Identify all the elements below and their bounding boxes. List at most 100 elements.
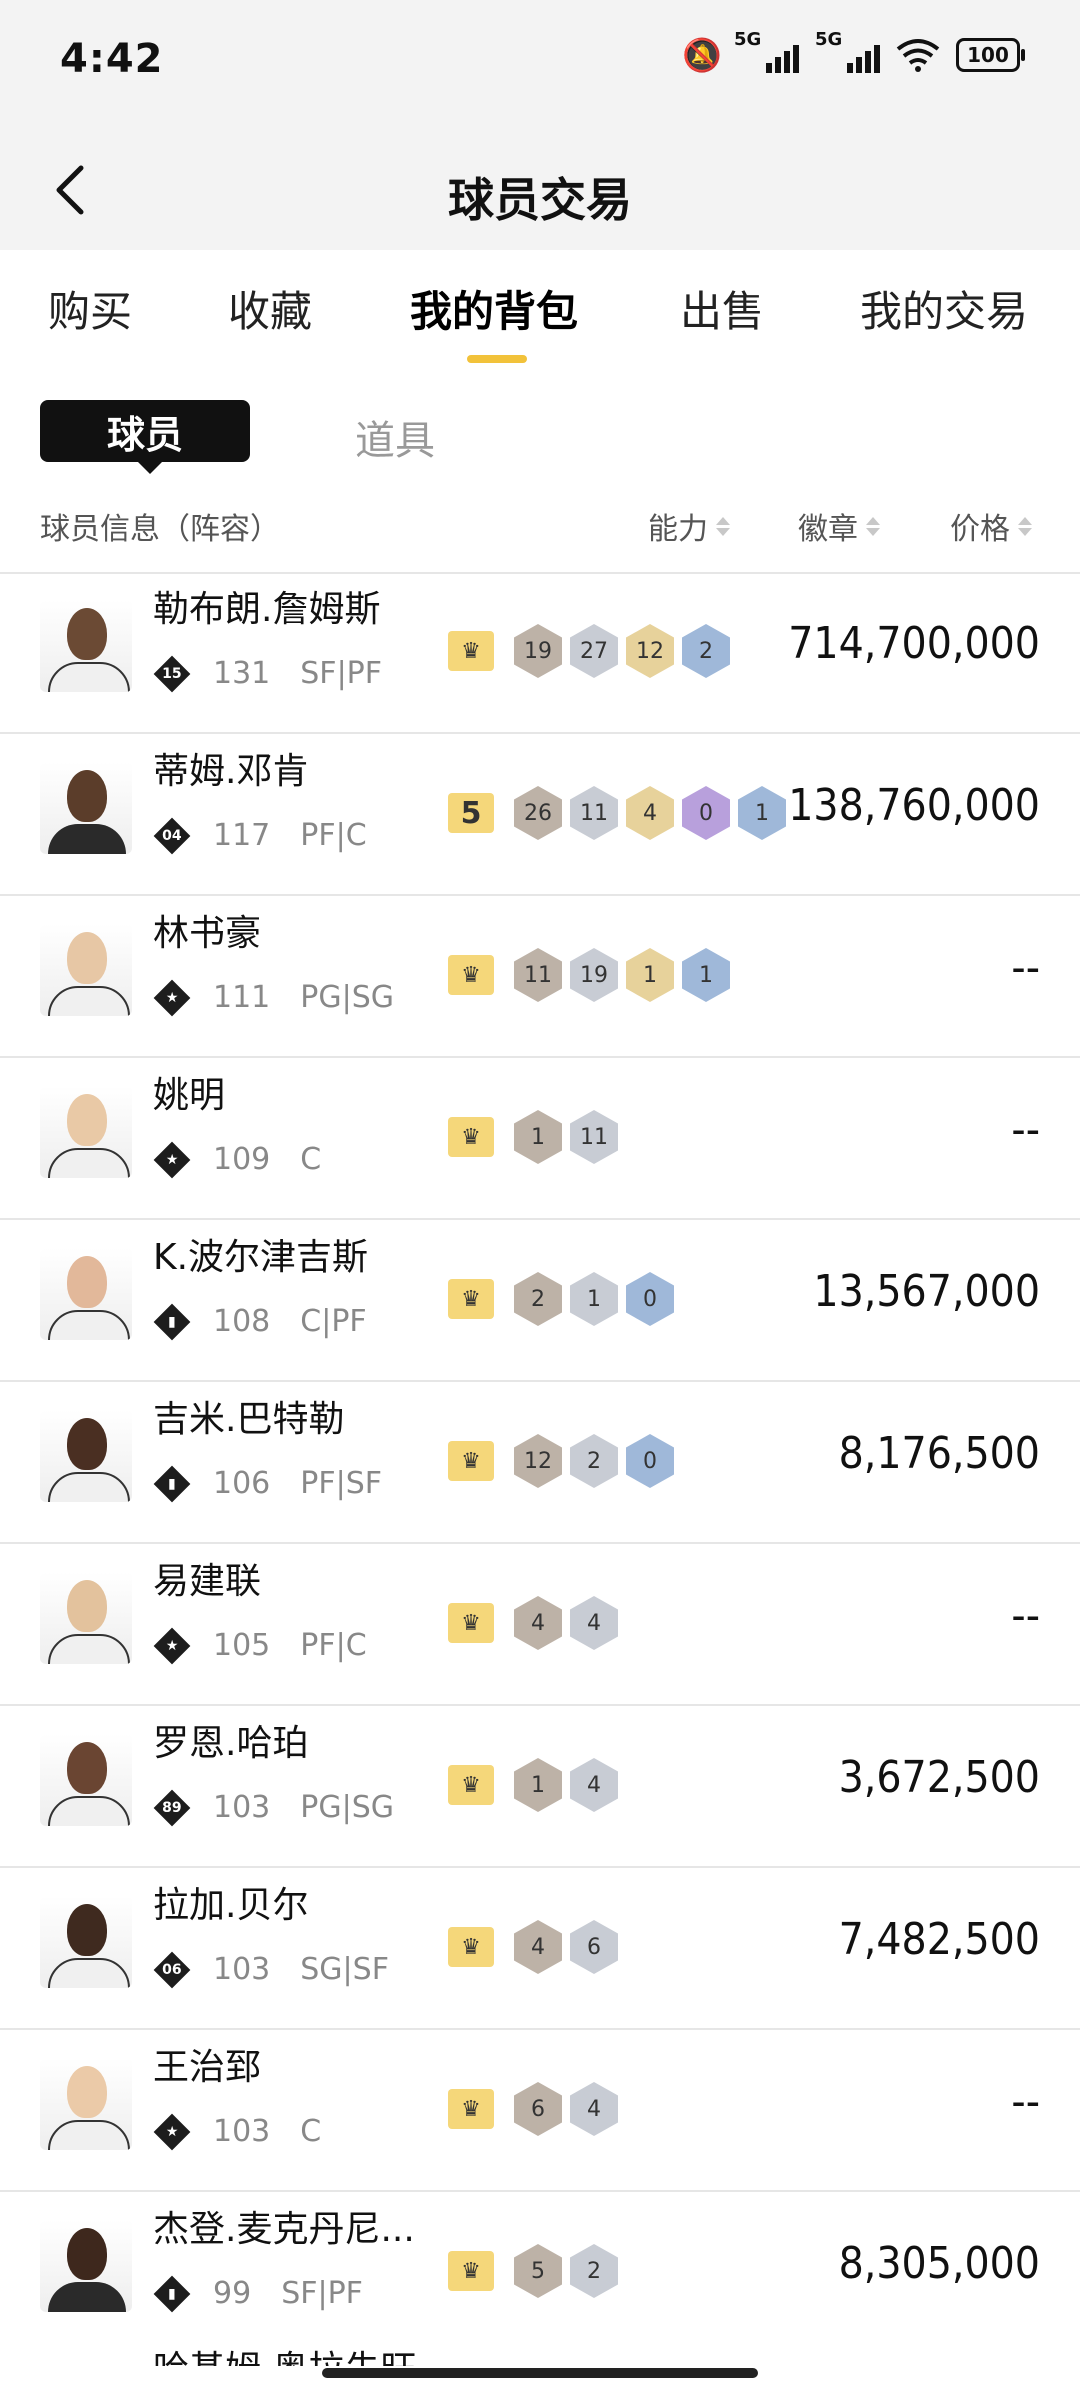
player-position: C [300, 1142, 322, 1177]
player-row[interactable]: 杰登.麦克丹尼... ▮ 99 SF|PF ♛ 5 2 8,305,000 [0, 2192, 1080, 2352]
player-name: 勒布朗.詹姆斯 [153, 589, 381, 630]
player-name: K.波尔津吉斯 [153, 1237, 369, 1278]
player-row[interactable]: 罗恩.哈珀 89 103 PG|SG ♛ 1 4 3,672,500 [0, 1706, 1080, 1868]
badge-hex-silver: 19 [570, 948, 618, 1002]
tab-my-trades[interactable]: 我的交易 [860, 278, 1028, 339]
rank-label: 89 [162, 1799, 182, 1816]
rank-diamond-icon: ▮ [153, 2275, 191, 2312]
rank-diamond-icon: 15 [153, 655, 191, 692]
player-price: -- [1011, 1590, 1040, 1641]
player-price: 8,305,000 [838, 2238, 1040, 2289]
avatar-jersey [48, 1634, 130, 1664]
status-bar: 4:42 🔕 5G 5G 100 [0, 0, 1080, 130]
subtab-players[interactable]: 球员 [40, 400, 250, 474]
player-name: 吉米.巴特勒 [153, 1399, 345, 1440]
tab-sell[interactable]: 出售 [680, 278, 764, 339]
battery-icon: 100 [956, 38, 1025, 72]
subtab-items[interactable]: 道具 [355, 408, 435, 466]
player-price: -- [1011, 2076, 1040, 2127]
player-price: 7,482,500 [838, 1914, 1040, 1965]
player-position: PF|C [300, 1628, 367, 1663]
player-avatar [40, 1896, 132, 1988]
player-row[interactable]: K.波尔津吉斯 ▮ 108 C|PF ♛ 2 1 0 13,567,000 [0, 1220, 1080, 1382]
player-position: PG|SG [300, 1790, 395, 1825]
tab-favorites[interactable]: 收藏 [228, 278, 312, 339]
player-avatar [40, 2220, 132, 2312]
avatar-jersey [48, 1310, 130, 1340]
player-name: 林书豪 [153, 913, 262, 954]
badge-hex-bronze: 1 [514, 1110, 562, 1164]
player-price: 3,672,500 [838, 1752, 1040, 1803]
player-rating: 103 [213, 2114, 271, 2149]
sort-badge-button[interactable]: 徽章 [798, 504, 880, 548]
player-price: 13,567,000 [813, 1266, 1040, 1317]
player-row[interactable]: 勒布朗.詹姆斯 15 131 SF|PF ♛ 19 27 12 2 714,700,000 [0, 572, 1080, 734]
avatar-head [67, 1904, 107, 1956]
player-name: 姚明 [153, 1075, 226, 1116]
avatar-jersey [48, 1958, 130, 1988]
tab-buy[interactable]: 购买 [48, 278, 132, 339]
player-price: 8,176,500 [838, 1428, 1040, 1479]
avatar-jersey [48, 1472, 130, 1502]
sort-icon [1018, 516, 1032, 536]
tab-my-backpack[interactable]: 我的背包 [410, 278, 578, 339]
player-row[interactable]: 吉米.巴特勒 ▮ 106 PF|SF ♛ 12 2 0 8,176,500 [0, 1382, 1080, 1544]
signal-icon-2: 5G [815, 29, 880, 73]
rank-label: 04 [162, 827, 182, 844]
page-title: 球员交易 [448, 173, 632, 227]
player-meta: ▮ 106 PF|SF [153, 1465, 382, 1502]
player-list[interactable]: 勒布朗.詹姆斯 15 131 SF|PF ♛ 19 27 12 2 714,700,000 蒂姆.邓… [0, 572, 1080, 2352]
player-avatar [40, 924, 132, 1016]
rank-diamond-icon: ★ [153, 979, 191, 1016]
badge-hex-bronze: 4 [514, 1920, 562, 1974]
rank-diamond-icon: ▮ [153, 1303, 191, 1340]
badge-hex-silver: 27 [570, 624, 618, 678]
crown-icon: ♛ [448, 1765, 494, 1805]
badge-hex-silver: 4 [570, 1596, 618, 1650]
player-row[interactable]: 王治郅 ★ 103 C ♛ 6 4 -- [0, 2030, 1080, 2192]
sort-icon [866, 516, 880, 536]
badge-hex-silver: 1 [570, 1272, 618, 1326]
badge-list: 5 26 11 4 0 1 [448, 786, 786, 840]
badge-hex-silver: 2 [570, 1434, 618, 1488]
main-tabs: 购买 收藏 我的背包 出售 我的交易 [0, 250, 1080, 370]
status-time: 4:42 [60, 36, 164, 82]
avatar-head [67, 1094, 107, 1146]
rank-label: ▮ [168, 1313, 176, 1330]
avatar-head [67, 2066, 107, 2118]
badge-hex-bronze: 12 [514, 1434, 562, 1488]
avatar-head [67, 1418, 107, 1470]
player-row[interactable]: 蒂姆.邓肯 04 117 PF|C 5 26 11 4 0 1 138,760,000 [0, 734, 1080, 896]
badge-hex-silver: 4 [570, 2082, 618, 2136]
player-row[interactable]: 易建联 ★ 105 PF|C ♛ 4 4 -- [0, 1544, 1080, 1706]
avatar-head [67, 1742, 107, 1794]
player-price: 714,700,000 [788, 618, 1040, 669]
avatar-jersey [48, 662, 130, 692]
sort-ability-button[interactable]: 能力 [648, 504, 730, 548]
player-row[interactable]: 拉加.贝尔 06 103 SG|SF ♛ 4 6 7,482,500 [0, 1868, 1080, 2030]
sort-price-button[interactable]: 价格 [950, 504, 1032, 548]
player-row[interactable]: 姚明 ★ 109 C ♛ 1 11 -- [0, 1058, 1080, 1220]
badge-hex-purple: 0 [682, 786, 730, 840]
player-rating: 117 [213, 818, 271, 853]
badge-hex-silver: 6 [570, 1920, 618, 1974]
rank-label: 06 [162, 1961, 182, 1978]
player-rating: 103 [213, 1790, 271, 1825]
player-position: C [300, 2114, 322, 2149]
rank-label: ★ [165, 1151, 179, 1168]
badge-list: ♛ 1 11 [448, 1110, 618, 1164]
badge-hex-blue: 1 [682, 948, 730, 1002]
badge-hex-bronze: 11 [514, 948, 562, 1002]
home-indicator[interactable] [322, 2368, 758, 2378]
rank-diamond-icon: 06 [153, 1951, 191, 1988]
player-rating: 103 [213, 1952, 271, 1987]
avatar-head [67, 1256, 107, 1308]
player-row[interactable]: 林书豪 ★ 111 PG|SG ♛ 11 19 1 1 -- [0, 896, 1080, 1058]
badge-list: ♛ 5 2 [448, 2244, 618, 2298]
level-badge: 5 [448, 793, 494, 833]
badge-hex-blue: 0 [626, 1272, 674, 1326]
crown-icon: ♛ [448, 1117, 494, 1157]
player-avatar [40, 1086, 132, 1178]
player-rating: 106 [213, 1466, 271, 1501]
badge-hex-blue: 0 [626, 1434, 674, 1488]
